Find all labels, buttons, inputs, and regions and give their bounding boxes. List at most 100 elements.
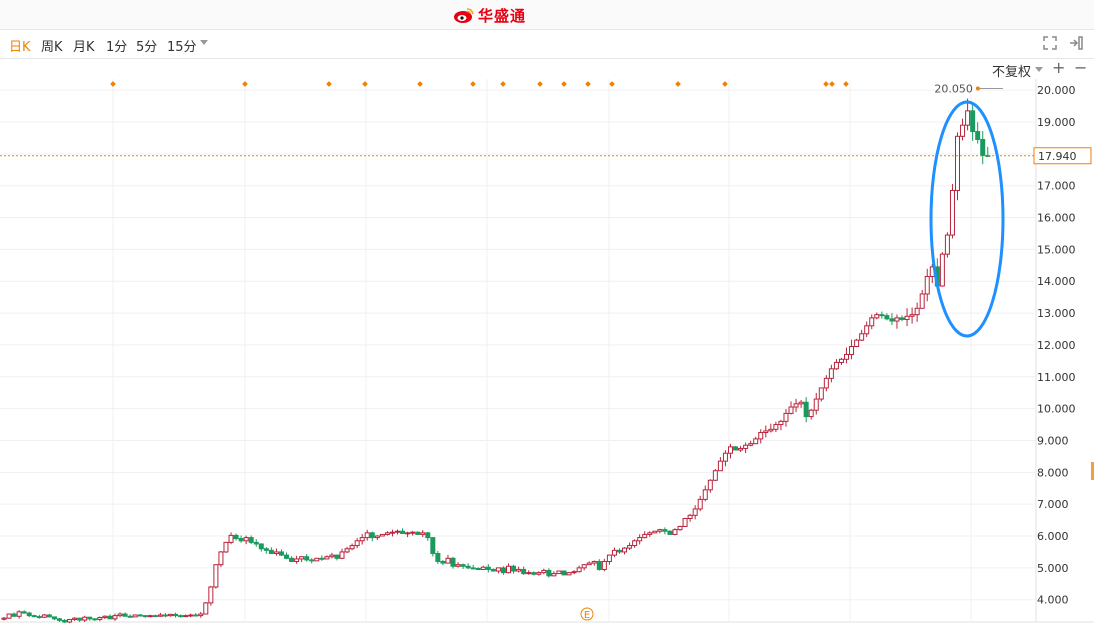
candle (364, 532, 370, 539)
candle (798, 401, 804, 405)
y-tick-label: 10.000 (1037, 403, 1076, 416)
event-dot (609, 81, 615, 87)
candle (697, 498, 703, 510)
candle (263, 548, 269, 551)
candle (46, 614, 52, 618)
candle (389, 531, 395, 534)
candle (944, 234, 950, 255)
event-dot (823, 81, 829, 87)
candle (455, 564, 461, 567)
candle (354, 540, 360, 547)
candle (516, 568, 522, 572)
y-tick-label: 19.000 (1037, 116, 1076, 129)
candle (768, 428, 774, 432)
candle (919, 293, 925, 309)
candle (753, 438, 759, 445)
candle (97, 617, 103, 620)
candle (838, 358, 844, 363)
candle (147, 615, 153, 618)
candle (238, 538, 244, 542)
candle (616, 549, 622, 553)
event-dot (537, 81, 543, 87)
candle (642, 533, 648, 539)
candle (31, 615, 37, 618)
candle (405, 532, 411, 535)
candle (299, 556, 305, 560)
y-tick-label: 4.000 (1037, 594, 1069, 607)
candle (490, 568, 496, 572)
candle (339, 551, 345, 559)
candle (425, 532, 431, 539)
candle (707, 479, 713, 491)
candle (692, 508, 698, 516)
candle (359, 537, 365, 542)
candle (1, 617, 7, 620)
candle (576, 567, 582, 573)
candle (273, 551, 279, 555)
candle (183, 615, 189, 618)
candle (677, 525, 683, 531)
kline-chart[interactable]: 20.00019.00018.00017.00016.00015.00014.0… (0, 0, 1094, 626)
candle (243, 537, 249, 542)
candle (778, 420, 784, 426)
candle (223, 541, 229, 553)
candle (294, 558, 300, 562)
candle (460, 564, 466, 567)
current-price-label: 17.940 (1038, 150, 1077, 163)
candle (637, 537, 643, 542)
event-dot (500, 81, 506, 87)
candle (758, 432, 764, 440)
candle (551, 573, 557, 577)
candle (682, 517, 688, 527)
candle (970, 110, 976, 133)
candle (909, 314, 915, 317)
candle (152, 615, 158, 618)
candle (208, 586, 214, 604)
candle (511, 565, 517, 572)
event-dot (843, 81, 849, 87)
candle (178, 615, 184, 618)
candle (410, 531, 416, 534)
candle (874, 314, 880, 319)
candle (233, 534, 239, 540)
candle (939, 253, 945, 287)
candle (722, 452, 728, 462)
candle (601, 560, 607, 570)
candle (506, 565, 511, 574)
candle (884, 315, 890, 320)
candle (733, 446, 739, 451)
candle (67, 618, 73, 623)
candle (400, 530, 406, 534)
event-dot (722, 81, 728, 87)
candle (122, 613, 128, 617)
highlight-ellipse (929, 100, 1005, 338)
candle (743, 444, 749, 449)
candle (500, 567, 506, 574)
candle (319, 557, 325, 560)
candle (854, 339, 860, 348)
candle (92, 618, 98, 621)
candle (717, 460, 723, 472)
candle (475, 567, 481, 570)
candle (632, 540, 638, 547)
event-dot (561, 81, 567, 87)
candle (127, 615, 133, 618)
candle (289, 557, 295, 562)
candle (546, 569, 552, 577)
candle (611, 549, 617, 556)
y-tick-label: 17.000 (1037, 180, 1076, 193)
candle (738, 447, 744, 451)
y-tick-label: 13.000 (1037, 307, 1076, 320)
candle (899, 317, 905, 320)
candle (526, 572, 532, 575)
candle (763, 430, 769, 434)
event-marker-label: E (584, 610, 590, 621)
candle (450, 557, 456, 567)
candle (667, 530, 673, 535)
candle (314, 557, 320, 562)
candle (188, 614, 194, 617)
event-dot (675, 81, 681, 87)
candle (687, 514, 693, 519)
candle (869, 317, 875, 327)
candle (268, 549, 274, 555)
